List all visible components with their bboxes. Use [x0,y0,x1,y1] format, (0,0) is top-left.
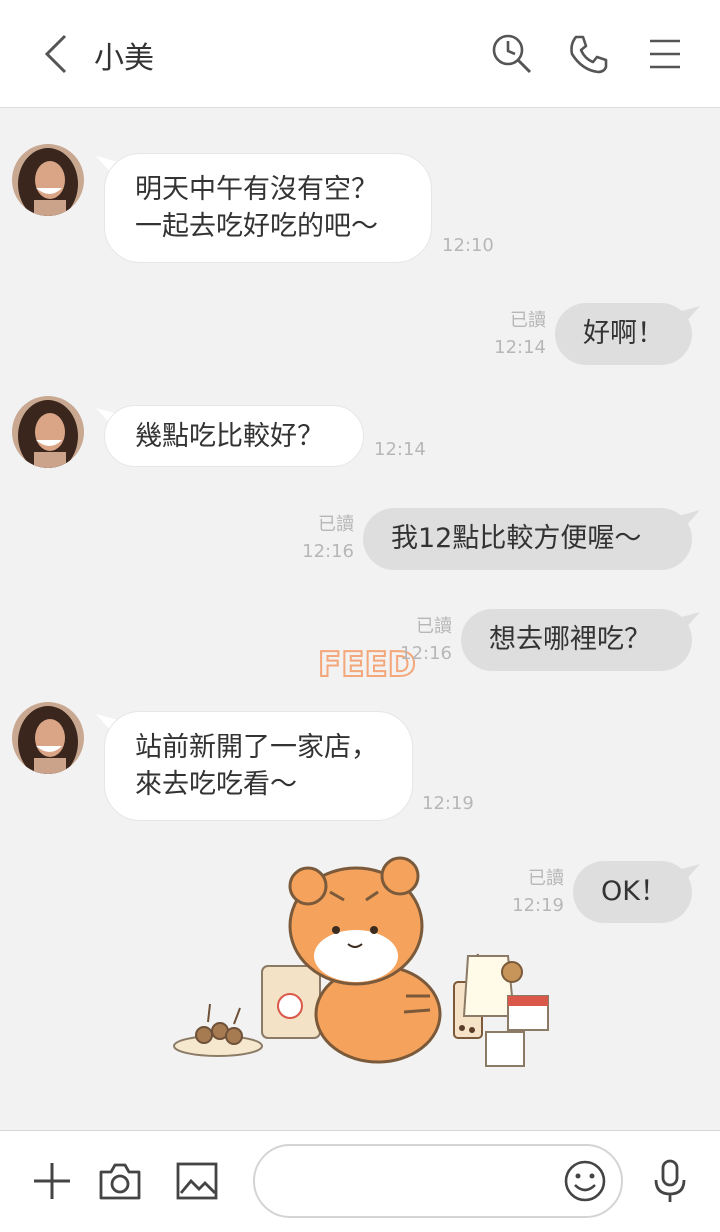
read-receipt: 已讀 [510,310,546,331]
add-button[interactable] [26,1155,78,1207]
message-text: 好啊！ [583,318,664,349]
microphone-icon [654,1159,686,1202]
avatar-photo [12,144,84,216]
message-bubble-incoming[interactable]: 明天中午有沒有空？ 一起去吃好吃的吧～ [104,153,432,263]
message-input[interactable] [253,1144,623,1218]
bubble-tail [678,612,700,630]
read-receipt: 已讀 [318,514,354,535]
camera-button[interactable] [94,1155,146,1207]
message-time: 12:16 [400,643,452,664]
message-time: 12:10 [442,235,494,256]
message-text: OK！ [601,876,667,907]
message-bubble-outgoing[interactable]: 想去哪裡吃？ [461,609,692,671]
message-time: 12:14 [374,439,426,460]
plus-icon [34,1163,70,1199]
chat-header: 小美 [0,0,720,108]
chat-footer [0,1130,720,1232]
message-line: 來去吃吃看～ [135,769,297,800]
message-text: 想去哪裡吃？ [489,624,651,655]
back-icon [44,34,67,74]
tiger-sticker[interactable] [168,846,558,1070]
message-bubble-outgoing[interactable]: 好啊！ [555,303,692,365]
call-button[interactable] [562,28,614,80]
image-icon [176,1162,218,1200]
bubble-tail [678,510,700,528]
message-bubble-incoming[interactable]: 站前新開了一家店， 來去吃吃看～ [104,711,413,821]
message-bubble-outgoing[interactable]: OK！ [573,861,692,923]
search-history-button[interactable] [486,28,538,80]
camera-icon [99,1163,141,1200]
menu-icon [650,39,680,69]
message-time: 12:19 [422,793,474,814]
avatar-photo [12,702,84,774]
gallery-button[interactable] [171,1155,223,1207]
avatar-photo [12,396,84,468]
message-time: 12:16 [302,541,354,562]
menu-button[interactable] [639,28,691,80]
message-line: 一起去吃好吃的吧～ [135,211,378,242]
bubble-tail [678,306,700,324]
contact-avatar[interactable] [12,702,84,774]
contact-avatar[interactable] [12,396,84,468]
message-time: 12:14 [494,337,546,358]
contact-avatar[interactable] [12,144,84,216]
voice-button[interactable] [644,1155,696,1207]
phone-icon [570,35,608,74]
search-history-icon [492,34,532,74]
chat-area[interactable]: FEED ME 明天中午有沒有空？ 一起去吃好吃的吧～ 12:10 已讀 12:… [0,108,720,1130]
message-line: 明天中午有沒有空？ [135,174,378,205]
message-text: 我12點比較方便喔～ [391,523,642,554]
message-text: 幾點吃比較好？ [135,421,324,452]
message-bubble-incoming[interactable]: 幾點吃比較好？ [104,405,364,467]
emoji-button[interactable] [561,1157,609,1205]
message-bubble-outgoing[interactable]: 我12點比較方便喔～ [363,508,692,570]
back-button[interactable] [28,22,84,86]
chat-title: 小美 [94,41,154,76]
read-receipt: 已讀 [416,616,452,637]
message-line: 站前新開了一家店， [135,732,378,763]
emoji-icon [564,1160,606,1202]
bubble-tail [678,864,700,882]
